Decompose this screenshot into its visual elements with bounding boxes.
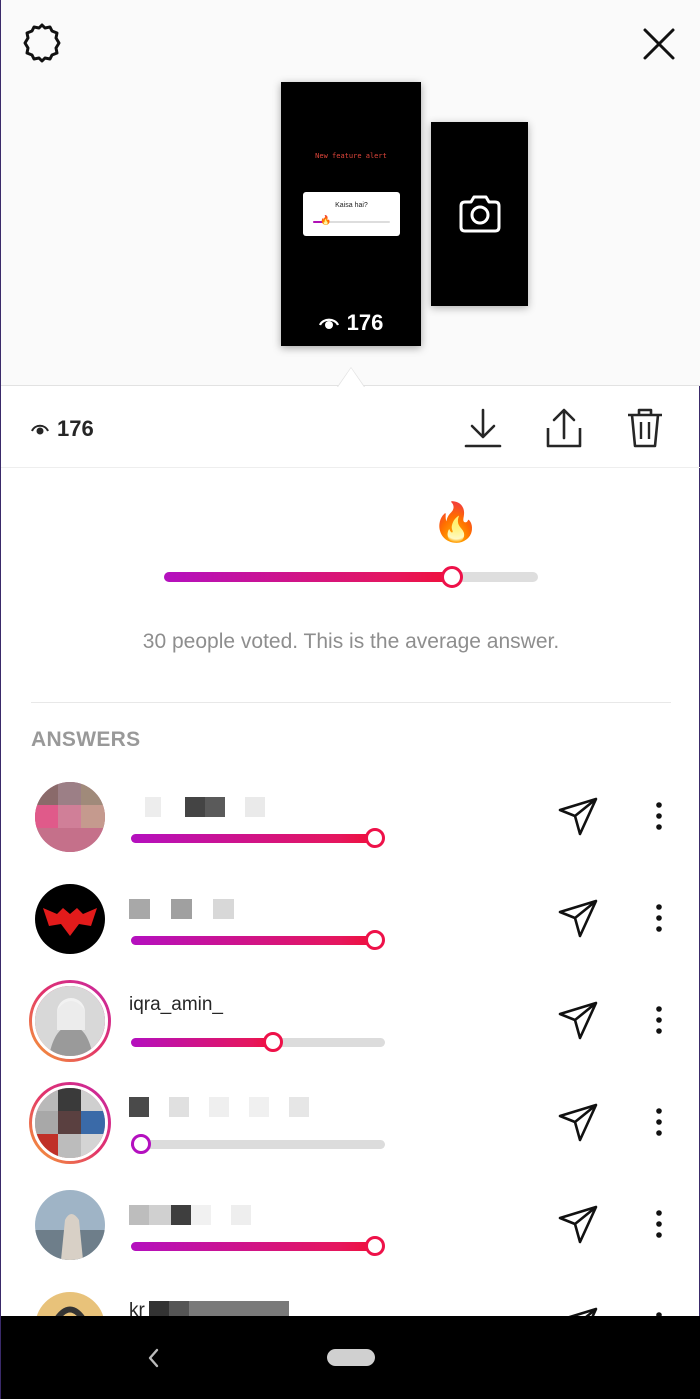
home-pill-button[interactable] (327, 1349, 375, 1366)
share-icon[interactable] (544, 406, 584, 450)
answer-slider-track (131, 1032, 385, 1052)
answer-slider-track (131, 1236, 385, 1256)
send-reply-icon[interactable] (556, 898, 600, 938)
story-toolbar: 176 (1, 386, 700, 468)
delete-trash-icon[interactable] (625, 406, 665, 450)
avatar[interactable] (35, 1190, 105, 1260)
avatar-story-ring[interactable] (29, 980, 111, 1062)
poll-sticker: Kaisa hai? 🔥 (303, 192, 400, 236)
settings-gear-icon[interactable] (21, 22, 63, 64)
answer-username-text: iqra_amin_ (129, 994, 223, 1015)
download-icon[interactable] (463, 406, 503, 450)
average-slider-thumb (440, 566, 463, 588)
send-reply-icon[interactable] (556, 1000, 600, 1040)
answer-username[interactable]: iqra_amin_ (129, 994, 223, 1016)
add-story-thumbnail[interactable] (431, 122, 528, 306)
average-slider-fill (164, 572, 452, 582)
avatar[interactable] (35, 884, 105, 954)
answer-slider-fill (131, 1242, 375, 1251)
answer-row[interactable] (1, 1190, 700, 1290)
send-reply-icon[interactable] (556, 796, 600, 836)
answer-username[interactable] (129, 898, 234, 920)
answer-row[interactable] (1, 782, 700, 882)
more-options-icon[interactable] (649, 1208, 669, 1240)
answer-slider-thumb (131, 1134, 152, 1154)
answer-slider-fill (131, 936, 375, 945)
average-slider-track (164, 566, 538, 588)
answer-row[interactable]: iqra_amin_ (1, 980, 700, 1086)
more-options-icon[interactable] (649, 1106, 669, 1138)
answer-slider-thumb (364, 828, 385, 848)
app-frame: New feature alert Kaisa hai? 🔥 176 176 🔥… (0, 0, 700, 1399)
answer-username[interactable] (129, 1204, 251, 1226)
answer-slider-track (131, 1134, 385, 1154)
story-view-count: 176 (281, 310, 421, 336)
viewers-count-value: 176 (57, 416, 94, 441)
answer-username[interactable] (129, 1096, 309, 1118)
viewers-count[interactable]: 176 (31, 416, 94, 442)
system-navigation-bar (1, 1316, 700, 1399)
poll-question: Kaisa hai? (335, 202, 368, 209)
answer-slider-thumb (263, 1032, 284, 1052)
more-options-icon[interactable] (649, 1004, 669, 1036)
selected-story-pointer (337, 367, 365, 387)
story-preview-area: New feature alert Kaisa hai? 🔥 176 (1, 0, 700, 387)
close-icon[interactable] (639, 24, 679, 64)
answer-slider-thumb (364, 930, 385, 950)
answer-slider-track (131, 930, 385, 950)
more-options-icon[interactable] (649, 800, 669, 832)
eye-icon (318, 310, 339, 336)
divider (31, 702, 671, 703)
fire-emoji-icon: 🔥 (431, 502, 480, 544)
answer-slider-fill (131, 834, 375, 843)
send-reply-icon[interactable] (556, 1204, 600, 1244)
more-options-icon[interactable] (649, 902, 669, 934)
avatar[interactable] (35, 782, 105, 852)
answers-header: ANSWERS (31, 728, 141, 751)
story-view-count-value: 176 (346, 310, 384, 335)
answer-slider-fill (131, 1038, 274, 1047)
eye-icon (31, 416, 49, 442)
story-thumbnail-current[interactable]: New feature alert Kaisa hai? 🔥 176 (281, 82, 421, 346)
answer-slider-track (131, 828, 385, 848)
answer-slider-thumb (364, 1236, 385, 1256)
answer-username[interactable] (129, 796, 265, 818)
average-answer-section: 🔥 30 people voted. This is the average a… (1, 468, 700, 703)
avatar-story-ring[interactable] (29, 1082, 111, 1164)
answer-row[interactable] (1, 1082, 700, 1188)
average-summary-text: 30 people voted. This is the average ans… (142, 630, 560, 653)
fire-emoji-icon: 🔥 (320, 215, 332, 225)
answer-row[interactable] (1, 884, 700, 984)
send-reply-icon[interactable] (556, 1102, 600, 1142)
story-alert-text: New feature alert (315, 152, 387, 160)
back-chevron-icon[interactable] (144, 1346, 164, 1370)
camera-icon (458, 194, 502, 239)
